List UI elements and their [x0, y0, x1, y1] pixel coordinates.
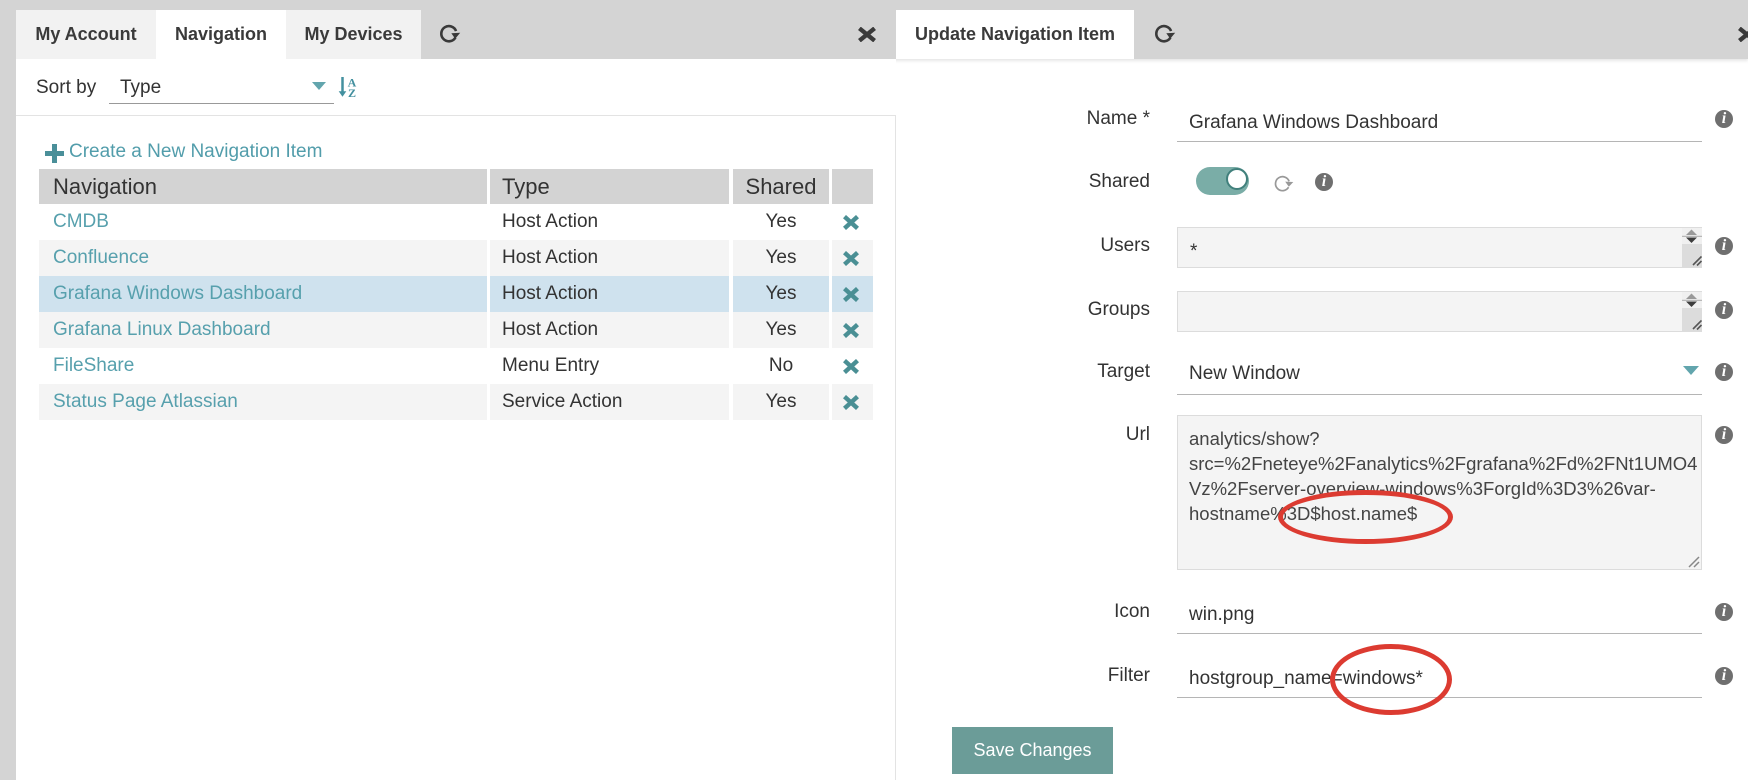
svg-text:Z: Z: [348, 86, 356, 100]
